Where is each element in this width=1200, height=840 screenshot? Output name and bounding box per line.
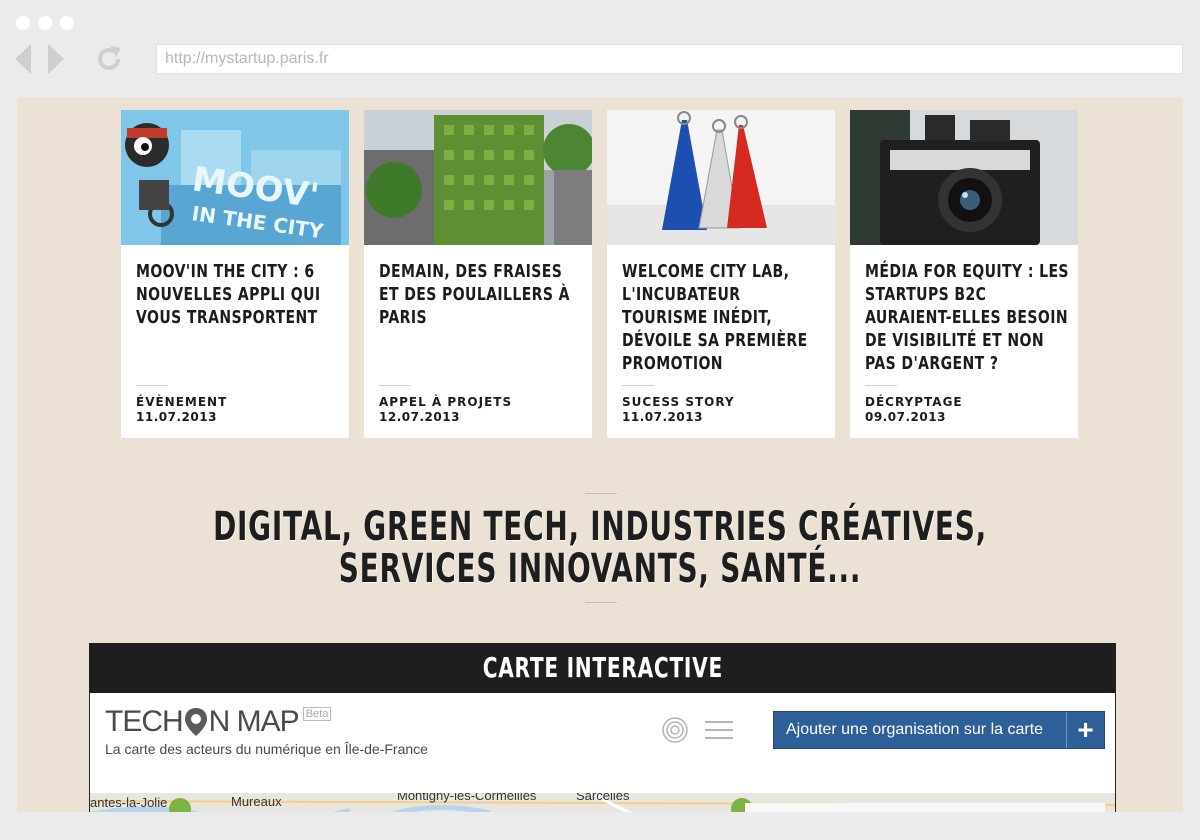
article-card[interactable]: MOOV' IN THE CITY MOOV'IN THE CITY : 6 N…: [121, 110, 349, 438]
article-title[interactable]: MÉDIA FOR EQUITY : LES STARTUPS B2C AURA…: [865, 260, 1069, 375]
tagline-divider-top: [585, 493, 617, 494]
camera-icon: [850, 110, 1078, 245]
map-place-label: Mureaux: [231, 794, 282, 809]
article-category[interactable]: ÉVÈNEMENT: [136, 395, 227, 409]
tagline-divider-bottom: [585, 602, 617, 603]
divider: [865, 385, 897, 386]
browser-chrome: [0, 0, 1200, 98]
back-arrow-icon[interactable]: [15, 44, 33, 74]
article-thumbnail[interactable]: [850, 110, 1078, 245]
eiffel-keychains-icon: [607, 110, 835, 245]
map-canvas[interactable]: antes-la-Jolie Mureaux Montigny-lès-Corm…: [90, 793, 1115, 812]
article-category[interactable]: SUCESS STORY: [622, 395, 735, 409]
page-viewport: MOOV' IN THE CITY MOOV'IN THE CITY : 6 N…: [17, 98, 1183, 812]
green-building-icon: [364, 110, 592, 245]
add-organisation-label: Ajouter une organisation sur la carte: [786, 721, 1044, 738]
article-thumbnail[interactable]: [364, 110, 592, 245]
article-thumbnail[interactable]: [607, 110, 835, 245]
window-controls: [16, 16, 74, 30]
article-date: 09.07.2013: [865, 410, 946, 424]
tech-on-map-logo[interactable]: TECH N MAP Beta: [105, 705, 332, 739]
divider: [622, 385, 654, 386]
logo-text-part1: TECH: [105, 705, 184, 738]
article-date: 11.07.2013: [622, 410, 703, 424]
hamburger-menu-icon[interactable]: [705, 720, 733, 740]
divider: [136, 385, 168, 386]
map-place-label: Sarcelles: [576, 793, 630, 803]
moovin-illustration-icon: MOOV' IN THE CITY: [121, 110, 349, 245]
map-header-title: CARTE INTERACTIVE: [482, 651, 723, 684]
window-minimize-dot[interactable]: [38, 16, 52, 30]
url-input[interactable]: [157, 45, 1182, 73]
window-maximize-dot[interactable]: [60, 16, 74, 30]
map-subtitle: La carte des acteurs du numérique en Île…: [105, 741, 428, 757]
tagline-line-1: DIGITAL, GREEN TECH, INDUSTRIES CRÉATIVE…: [213, 504, 987, 550]
article-date: 11.07.2013: [136, 410, 217, 424]
add-organisation-button[interactable]: Ajouter une organisation sur la carte +: [773, 711, 1105, 749]
sector-tagline: DIGITAL, GREEN TECH, INDUSTRIES CRÉATIVE…: [17, 506, 1183, 590]
divider: [379, 385, 411, 386]
window-close-dot[interactable]: [16, 16, 30, 30]
locate-target-icon[interactable]: [662, 717, 688, 743]
map-place-label: Montigny-lès-Cormeilles: [397, 793, 537, 803]
address-bar[interactable]: [156, 44, 1183, 74]
article-category[interactable]: DÉCRYPTAGE: [865, 395, 963, 409]
map-pin-icon: [184, 708, 207, 736]
plus-icon: +: [1066, 712, 1104, 748]
map-place-label: antes-la-Jolie: [90, 795, 168, 810]
article-title[interactable]: WELCOME CITY LAB, L'INCUBATEUR TOURISME …: [622, 260, 826, 375]
article-card[interactable]: WELCOME CITY LAB, L'INCUBATEUR TOURISME …: [607, 110, 835, 438]
article-card[interactable]: MÉDIA FOR EQUITY : LES STARTUPS B2C AURA…: [850, 110, 1078, 438]
article-title[interactable]: MOOV'IN THE CITY : 6 NOUVELLES APPLI QUI…: [136, 260, 340, 329]
map-header: CARTE INTERACTIVE: [90, 643, 1115, 693]
tagline-line-2: SERVICES INNOVANTS, SANTÉ...: [338, 546, 862, 592]
article-card[interactable]: DEMAIN, DES FRAISES ET DES POULAILLERS À…: [364, 110, 592, 438]
article-thumbnail[interactable]: MOOV' IN THE CITY: [121, 110, 349, 245]
article-title[interactable]: DEMAIN, DES FRAISES ET DES POULAILLERS À…: [379, 260, 583, 329]
reload-icon[interactable]: [94, 44, 124, 74]
interactive-map-panel: CARTE INTERACTIVE TECH N MAP Beta La car…: [89, 643, 1116, 812]
beta-badge: Beta: [302, 707, 332, 721]
logo-text-part2: N MAP: [208, 705, 300, 738]
forward-arrow-icon[interactable]: [46, 44, 64, 74]
browser-bottom-frame: [0, 812, 1200, 840]
article-category[interactable]: APPEL À PROJETS: [379, 395, 512, 409]
article-date: 12.07.2013: [379, 410, 460, 424]
